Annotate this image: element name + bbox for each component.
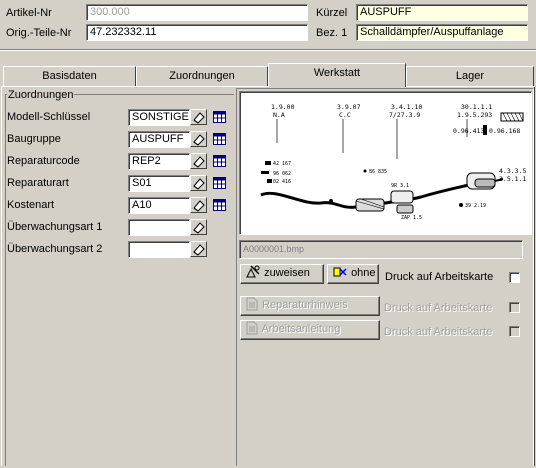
ueberwachungsart2-picker[interactable] — [190, 241, 207, 257]
grid-icon[interactable] — [213, 155, 226, 167]
reparaturhinweis-button[interactable]: Reparaturhinweis — [240, 296, 380, 316]
ohne-label: ohne — [351, 267, 376, 279]
eraser-icon — [193, 134, 205, 146]
svg-text:42 167: 42 167 — [273, 161, 291, 167]
arbeitsanleitung-druck-checkbox[interactable] — [509, 326, 520, 337]
tab-basisdaten[interactable]: Basisdaten — [3, 66, 136, 86]
tab-werkstatt[interactable]: Werkstatt — [268, 63, 406, 87]
druck-auf-arbeitskarte-label: Druck auf Arbeitskarte — [385, 271, 494, 283]
modell-schluessel-field[interactable]: SONSTIGE — [128, 109, 190, 126]
orig-teile-nr-field[interactable]: 47.232332.11 — [86, 24, 308, 41]
zuweisen-button[interactable]: zuweisen — [240, 264, 324, 284]
clear-icon — [333, 267, 347, 277]
diagram-label: N.A — [273, 111, 285, 119]
diagram-label: C.C — [339, 111, 351, 119]
svg-text:ZAP 1.5: ZAP 1.5 — [401, 215, 422, 221]
diagram-label: 1.9.00 — [271, 103, 295, 111]
kostenart-picker[interactable] — [190, 197, 207, 213]
zuordnungen-group — [5, 94, 234, 466]
diagram-label: 30.1.1.1 — [461, 103, 492, 111]
grid-icon[interactable] — [213, 177, 226, 189]
ueberwachungsart2-field[interactable] — [128, 241, 190, 258]
ueberwachungsart1-field[interactable] — [128, 219, 190, 236]
image-filename-field[interactable]: A0000001.bmp — [239, 240, 523, 259]
artikel-nr-label: Artikel-Nr — [6, 7, 52, 19]
bez1-label: Bez. 1 — [316, 27, 348, 39]
orig-teile-nr-label: Orig.-Teile-Nr — [6, 27, 72, 39]
diagram-label: 0.96.168 — [489, 127, 520, 135]
modell-schluessel-label: Modell-Schlüssel — [7, 111, 91, 123]
tab-zuordnungen[interactable]: Zuordnungen — [136, 66, 268, 86]
reparaturhinweis-druck-label: Druck auf Arbeitskarte — [384, 302, 493, 314]
reparaturcode-picker[interactable] — [190, 153, 207, 169]
arbeitsanleitung-druck-label: Druck auf Arbeitskarte — [384, 326, 493, 338]
exhaust-diagram: 1.9.00 N.A 3.9.07 C.C 3.4.1.10 7/27.3.9 … — [260, 103, 526, 221]
bez1-field[interactable]: Schalldämpfer/Auspuffanlage — [356, 24, 528, 41]
zuordnungen-title: Zuordnungen — [7, 89, 75, 101]
eraser-icon — [193, 156, 205, 168]
reparaturart-picker[interactable] — [190, 175, 207, 191]
eraser-icon — [193, 244, 205, 256]
diagram-label: 4.3.3.5 — [499, 167, 526, 175]
eraser-icon — [193, 200, 205, 212]
reparaturart-label: Reparaturart — [7, 177, 69, 189]
grid-icon[interactable] — [213, 111, 226, 123]
artikel-nr-field[interactable]: 300.000 — [86, 4, 308, 21]
diagram-label: 3.9.07 — [337, 103, 361, 111]
eraser-icon — [193, 178, 205, 190]
ueberwachungsart2-label: Überwachungsart 2 — [7, 243, 103, 255]
diagram-label: 3.5.1.1 — [499, 175, 526, 183]
exhaust-diagram-image[interactable]: 1.9.00 N.A 3.9.07 C.C 3.4.1.10 7/27.3.9 … — [239, 91, 532, 235]
diagram-label: 0.96.413 — [453, 127, 484, 135]
tab-lager[interactable]: Lager — [406, 66, 534, 86]
baugruppe-picker[interactable] — [190, 131, 207, 147]
druck-auf-arbeitskarte-checkbox[interactable] — [509, 272, 520, 283]
svg-text:9R 3.1: 9R 3.1 — [391, 183, 409, 189]
document-icon — [246, 297, 258, 311]
modell-schluessel-picker[interactable] — [190, 109, 207, 125]
eraser-icon — [193, 222, 205, 234]
grid-icon[interactable] — [213, 199, 226, 211]
reparaturcode-label: Reparaturcode — [7, 155, 80, 167]
kuerzel-field[interactable]: AUSPUFF — [356, 4, 528, 21]
baugruppe-label: Baugruppe — [7, 133, 61, 145]
diagram-label: 7/27.3.9 — [389, 111, 420, 119]
svg-text:86 835: 86 835 — [369, 169, 387, 175]
kostenart-label: Kostenart — [7, 199, 55, 211]
svg-text:96 062: 96 062 — [273, 171, 291, 177]
ueberwachungsart1-label: Überwachungsart 1 — [7, 221, 103, 233]
document-icon — [246, 321, 258, 335]
reparaturart-field[interactable]: S01 — [128, 175, 190, 192]
baugruppe-field[interactable]: AUSPUFF — [128, 131, 190, 148]
arbeitsanleitung-label: Arbeitsanleitung — [261, 323, 341, 335]
zuweisen-label: zuweisen — [264, 267, 310, 279]
kuerzel-label: Kürzel — [316, 7, 348, 19]
diagram-label: 1.9.5.293 — [457, 111, 492, 119]
kostenart-field[interactable]: A10 — [128, 197, 190, 214]
eraser-icon — [193, 112, 205, 124]
svg-text:02 416: 02 416 — [273, 179, 291, 185]
diagram-label: 3.4.1.10 — [391, 103, 422, 111]
svg-text:39 2.19: 39 2.19 — [465, 203, 486, 209]
ohne-button[interactable]: ohne — [327, 264, 379, 284]
reparaturcode-field[interactable]: REP2 — [128, 153, 190, 170]
reparaturhinweis-druck-checkbox[interactable] — [509, 302, 520, 313]
ueberwachungsart1-picker[interactable] — [190, 219, 207, 235]
assign-icon — [246, 265, 260, 278]
reparaturhinweis-label: Reparaturhinweis — [262, 299, 348, 311]
arbeitsanleitung-button[interactable]: Arbeitsanleitung — [240, 320, 380, 340]
grid-icon[interactable] — [213, 133, 226, 145]
